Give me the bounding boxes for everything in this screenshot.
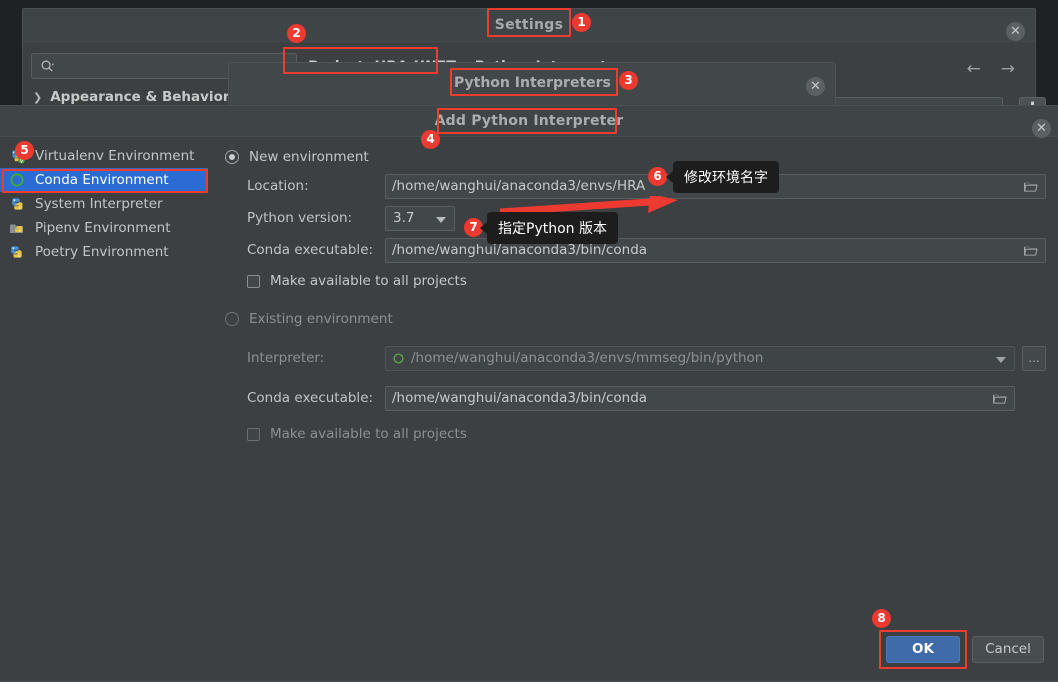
- annotation-tooltip-python-version: 指定Python 版本: [480, 212, 618, 244]
- annotation-badge-5: 5: [15, 141, 34, 160]
- conda-executable-field-new[interactable]: /home/wanghui/anaconda3/bin/conda: [385, 237, 1046, 263]
- navigation-arrows: ← →: [967, 59, 1016, 79]
- screen: Settings ✕ ❯ Appearance & Behavior Proje…: [0, 0, 1058, 682]
- existing-environment-radio-row[interactable]: Existing environment: [225, 306, 1046, 332]
- existing-environment-radio[interactable]: [225, 312, 239, 326]
- annotation-tooltip-location: 修改环境名字: [666, 161, 779, 193]
- make-available-label-new: Make available to all projects: [270, 273, 467, 289]
- close-circle-icon[interactable]: ✕: [1032, 119, 1051, 138]
- add-python-interpreter-dialog: Add Python Interpreter ✕ V Virtualenv En…: [0, 105, 1058, 682]
- conda-executable-label-existing: Conda executable:: [247, 390, 374, 406]
- sidebar-item-appearance-behavior[interactable]: ❯ Appearance & Behavior: [33, 89, 230, 105]
- python-version-value: 3.7: [393, 210, 415, 226]
- conda-executable-value: /home/wanghui/anaconda3/bin/conda: [392, 242, 648, 258]
- python-icon: [8, 195, 26, 213]
- folder-icon[interactable]: [1023, 180, 1038, 193]
- chevron-down-icon: [996, 356, 1006, 363]
- python-version-select[interactable]: 3.7: [385, 205, 455, 231]
- interpreter-form: New environment Location: /home/wanghui/…: [225, 144, 1046, 449]
- cancel-button[interactable]: Cancel: [972, 636, 1044, 663]
- folder-icon[interactable]: [992, 392, 1007, 405]
- interpreter-row: Interpreter: /home/wanghui/anaconda3/env…: [225, 342, 1046, 374]
- new-environment-radio-row[interactable]: New environment: [225, 144, 1046, 170]
- sidebar-item-label: Appearance & Behavior: [50, 89, 230, 105]
- make-available-row-new[interactable]: Make available to all projects: [225, 266, 1046, 296]
- browse-interpreter-button[interactable]: ...: [1022, 345, 1046, 371]
- env-item-label: System Interpreter: [35, 196, 163, 212]
- folder-icon[interactable]: [1023, 244, 1038, 257]
- env-item-label: Virtualenv Environment: [35, 148, 195, 164]
- chevron-right-icon: ❯: [33, 90, 43, 104]
- arrow-left-icon[interactable]: ←: [967, 59, 981, 79]
- annotation-badge-1: 1: [572, 13, 591, 32]
- make-available-label-existing: Make available to all projects: [270, 426, 467, 442]
- annotation-badge-4: 4: [421, 130, 440, 149]
- make-available-row-existing[interactable]: Make available to all projects: [225, 419, 1046, 449]
- existing-environment-label: Existing environment: [249, 311, 393, 327]
- location-label: Location:: [247, 178, 309, 194]
- annotation-badge-2: 2: [287, 24, 306, 43]
- pipenv-icon: [8, 219, 26, 237]
- location-row: Location: /home/wanghui/anaconda3/envs/H…: [225, 170, 1046, 202]
- search-icon: [41, 60, 55, 72]
- interpreter-label: Interpreter:: [247, 350, 325, 366]
- make-available-checkbox-existing[interactable]: [247, 427, 260, 441]
- env-item-conda[interactable]: Conda Environment: [0, 168, 208, 192]
- conda-executable-field-existing[interactable]: /home/wanghui/anaconda3/bin/conda: [385, 385, 1015, 411]
- close-circle-icon[interactable]: ✕: [1006, 22, 1025, 41]
- annotation-badge-6: 6: [648, 167, 667, 186]
- env-item-pipenv[interactable]: Pipenv Environment: [0, 216, 208, 240]
- annotation-badge-8: 8: [872, 609, 891, 628]
- conda-icon: [8, 171, 26, 189]
- env-item-label: Pipenv Environment: [35, 220, 171, 236]
- close-circle-icon[interactable]: ✕: [806, 77, 825, 96]
- conda-executable-value-existing: /home/wanghui/anaconda3/bin/conda: [392, 390, 648, 406]
- arrow-right-icon[interactable]: →: [1001, 59, 1015, 79]
- env-item-poetry[interactable]: Poetry Environment: [0, 240, 208, 264]
- env-item-label: Poetry Environment: [35, 244, 169, 260]
- chevron-down-icon: [436, 216, 446, 223]
- env-item-system-interpreter[interactable]: System Interpreter: [0, 192, 208, 216]
- python-version-label: Python version:: [247, 210, 353, 226]
- new-environment-radio[interactable]: [225, 150, 239, 164]
- environment-type-list: V Virtualenv Environment Conda Environme…: [0, 144, 208, 264]
- env-item-label: Conda Environment: [35, 172, 169, 188]
- conda-executable-row-existing: Conda executable: /home/wanghui/anaconda…: [225, 382, 1046, 414]
- add-interpreter-title: Add Python Interpreter: [434, 113, 624, 129]
- make-available-checkbox-new[interactable]: [247, 274, 260, 288]
- poetry-icon: [8, 243, 26, 261]
- annotation-badge-3: 3: [619, 71, 638, 90]
- conda-executable-label: Conda executable:: [247, 242, 374, 258]
- location-value: /home/wanghui/anaconda3/envs/HRA: [392, 178, 646, 194]
- interpreter-value: /home/wanghui/anaconda3/envs/mmseg/bin/p…: [411, 350, 764, 366]
- python-version-row: Python version: 3.7: [225, 202, 1046, 234]
- new-environment-label: New environment: [249, 149, 369, 165]
- ok-button[interactable]: OK: [886, 636, 960, 663]
- interpreters-window-title: Python Interpreters: [454, 75, 611, 91]
- settings-window-title: Settings: [494, 17, 564, 33]
- conda-executable-row-new: Conda executable: /home/wanghui/anaconda…: [225, 234, 1046, 266]
- conda-icon: [393, 352, 404, 364]
- interpreter-combo[interactable]: /home/wanghui/anaconda3/envs/mmseg/bin/p…: [385, 345, 1015, 371]
